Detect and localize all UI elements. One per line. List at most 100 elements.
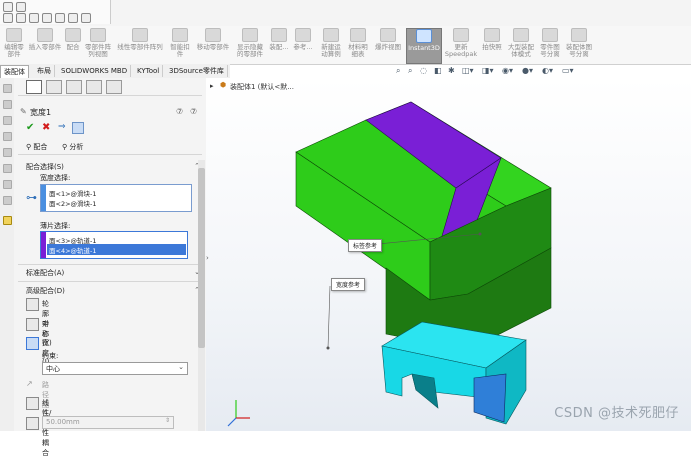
tab-reference-callout[interactable]: 标签参考 (348, 239, 383, 252)
tab-analysis[interactable]: ⚲ 分析 (62, 142, 83, 152)
graphics-viewport[interactable]: ▸ ⬢ 装配体1 (默认<默... › 标签参考 宽度参考 (206, 78, 691, 431)
help-icon[interactable]: ⑦ (176, 107, 183, 116)
instant3d-button[interactable]: Instant3D (406, 28, 442, 64)
dimxpert-icon[interactable] (86, 80, 102, 94)
command-ribbon: 编辑零 部件 插入零部件 配合 零部件阵 列视图 线性零部件阵列 智能扣 件 移… (0, 26, 691, 65)
section-view-icon[interactable]: ◧ (434, 66, 442, 75)
previous-view-icon[interactable]: ◌ (420, 66, 427, 75)
open-file-icon[interactable] (16, 2, 26, 12)
linear-pattern-button[interactable]: 线性零部件阵列 (114, 28, 166, 62)
smart-fasteners-icon (172, 28, 188, 42)
zoom-to-fit-icon[interactable]: ⌕ (396, 66, 400, 76)
rail-inner-face[interactable] (473, 373, 507, 423)
edit-component-button[interactable]: 编辑零 部件 (2, 28, 26, 62)
component-preview-button[interactable]: 零部件阵 列视图 (84, 28, 112, 62)
profile-center-icon (26, 298, 39, 311)
scrollbar-thumb[interactable] (198, 168, 205, 348)
tab-layout[interactable]: 布局 (34, 65, 55, 77)
help-icon[interactable]: ⑦ (190, 107, 197, 116)
show-hidden-button[interactable]: 显示隐藏 的零部件 (234, 28, 266, 62)
advanced-mates-header[interactable]: 高级配合(D) (26, 286, 65, 296)
width-reference-callout[interactable]: 宽度参考 (331, 278, 366, 291)
tool-icon[interactable] (3, 132, 12, 141)
tab-solidworks-mbd[interactable]: SOLIDWORKS MBD (58, 65, 132, 77)
spinner-icon[interactable]: ⇕ (165, 417, 170, 424)
edit-component-icon (6, 28, 22, 42)
tool-icon[interactable] (3, 180, 12, 189)
configuration-manager-icon[interactable] (66, 80, 82, 94)
camera-icon (484, 28, 500, 42)
insert-component-button[interactable]: 插入零部件 (28, 28, 62, 62)
display-style-icon[interactable]: ◨▾ (482, 66, 494, 75)
tab-3dsource[interactable]: 3DSource零件库 (166, 65, 228, 77)
cancel-button[interactable]: ✖ (42, 122, 50, 133)
undo-icon[interactable]: ⇒ (58, 122, 66, 132)
rail-notch-face[interactable] (411, 373, 439, 409)
view-settings-icon[interactable]: ▭▾ (562, 66, 574, 75)
exploded-view-button[interactable]: 爆炸视图 (372, 28, 404, 62)
tool-icon[interactable] (3, 148, 12, 157)
ok-button[interactable]: ✔ (26, 122, 34, 133)
smart-fasteners-button[interactable]: 智能扣 件 (168, 28, 192, 62)
mate-selections-header[interactable]: 配合选择(S) (26, 162, 64, 172)
move-component-button[interactable]: 移动零部件 (194, 28, 232, 62)
bom-icon (350, 28, 366, 42)
dynamic-annotation-icon[interactable]: ✱ (448, 66, 455, 75)
new-motion-study-button[interactable]: 新建运 动算例 (318, 28, 344, 62)
select-icon[interactable] (55, 13, 65, 23)
zoom-area-icon[interactable]: ⌕ (408, 66, 412, 76)
component-preview-icon (90, 28, 106, 42)
undo-icon[interactable] (29, 13, 39, 23)
assembly-number-split-button[interactable]: 装配体图 号分离 (564, 28, 594, 62)
width-selection-label: 宽度选择: (40, 174, 71, 182)
feature-manager-icon[interactable] (26, 80, 42, 94)
tab-selection-box[interactable]: 面<3>@轨道-1 面<4>@轨道-1 (40, 231, 188, 259)
assembly-features-button[interactable]: 装配... (268, 28, 290, 62)
leader-anchor (478, 232, 482, 236)
print-icon[interactable] (16, 13, 26, 23)
property-manager-panel: ✎ 宽度1 ⑦ ⑦ ✔ ✖ ⇒ ⚲ 配合 ⚲ 分析 配合选择(S) ⌃ 宽度选择… (14, 78, 207, 457)
tool-icon[interactable] (3, 164, 12, 173)
bill-of-materials-button[interactable]: 材料明 细表 (346, 28, 370, 62)
command-manager-tabs: 装配体 布局 SOLIDWORKS MBD KYTool 3DSource零件库 (0, 64, 230, 79)
view-orientation-icon[interactable]: ◫▾ (462, 66, 474, 75)
save-icon[interactable] (3, 13, 13, 23)
tab-assembly[interactable]: 装配体 (0, 65, 29, 78)
tool-icon[interactable] (3, 196, 12, 205)
hide-show-items-icon[interactable]: ◉▾ (502, 66, 513, 75)
pushpin-icon[interactable] (72, 122, 84, 134)
3d-model-render[interactable] (206, 78, 691, 431)
standard-mates-header[interactable]: 标准配合(A) (26, 268, 64, 278)
tab-kytool[interactable]: KYTool (134, 65, 164, 77)
edit-appearance-icon[interactable]: ●▾ (522, 66, 533, 75)
part-number-split-button[interactable]: 零件图 号分离 (538, 28, 562, 62)
apply-scene-icon[interactable]: ◐▾ (542, 66, 553, 75)
tool-icon[interactable] (3, 116, 12, 125)
options-icon[interactable] (81, 13, 91, 23)
rebuild-icon[interactable] (68, 13, 78, 23)
path-mate-icon: ↗ (26, 379, 33, 388)
tab-mates[interactable]: ⚲ 配合 (26, 142, 47, 152)
tab-selection-label: 薄片选择: (40, 222, 71, 230)
display-manager-icon[interactable] (106, 80, 122, 94)
snapshot-button[interactable]: 拍快照 (480, 28, 504, 62)
tool-icon[interactable] (3, 84, 12, 93)
update-speedpak-button[interactable]: 更新 Speedpak (444, 28, 478, 62)
linear-coupler-icon (26, 397, 39, 410)
width-selection-box[interactable]: 面<1>@滑块-1 面<2>@滑块-1 (40, 184, 192, 212)
tool-icon[interactable] (3, 100, 12, 109)
list-item-selected[interactable]: 面<4>@轨道-1 (49, 245, 97, 255)
mate-button[interactable]: 配合 (64, 28, 82, 62)
list-item[interactable]: 面<1>@滑块-1 (49, 188, 97, 198)
distance-input[interactable]: 50.00mm ⇕ (42, 416, 174, 429)
new-file-icon[interactable] (3, 2, 13, 12)
property-manager-icon[interactable] (46, 80, 62, 94)
constraint-dropdown[interactable]: 中心 ⌄ (42, 362, 188, 375)
redo-icon[interactable] (42, 13, 52, 23)
leader-anchor (326, 346, 330, 350)
exploded-view-icon (380, 28, 396, 42)
large-assembly-mode-button[interactable]: 大型装配 体模式 (506, 28, 536, 62)
list-item[interactable]: 面<2>@滑块-1 (49, 198, 97, 208)
selected-tool-icon[interactable] (3, 216, 12, 225)
reference-geometry-button[interactable]: 参考... (292, 28, 314, 62)
